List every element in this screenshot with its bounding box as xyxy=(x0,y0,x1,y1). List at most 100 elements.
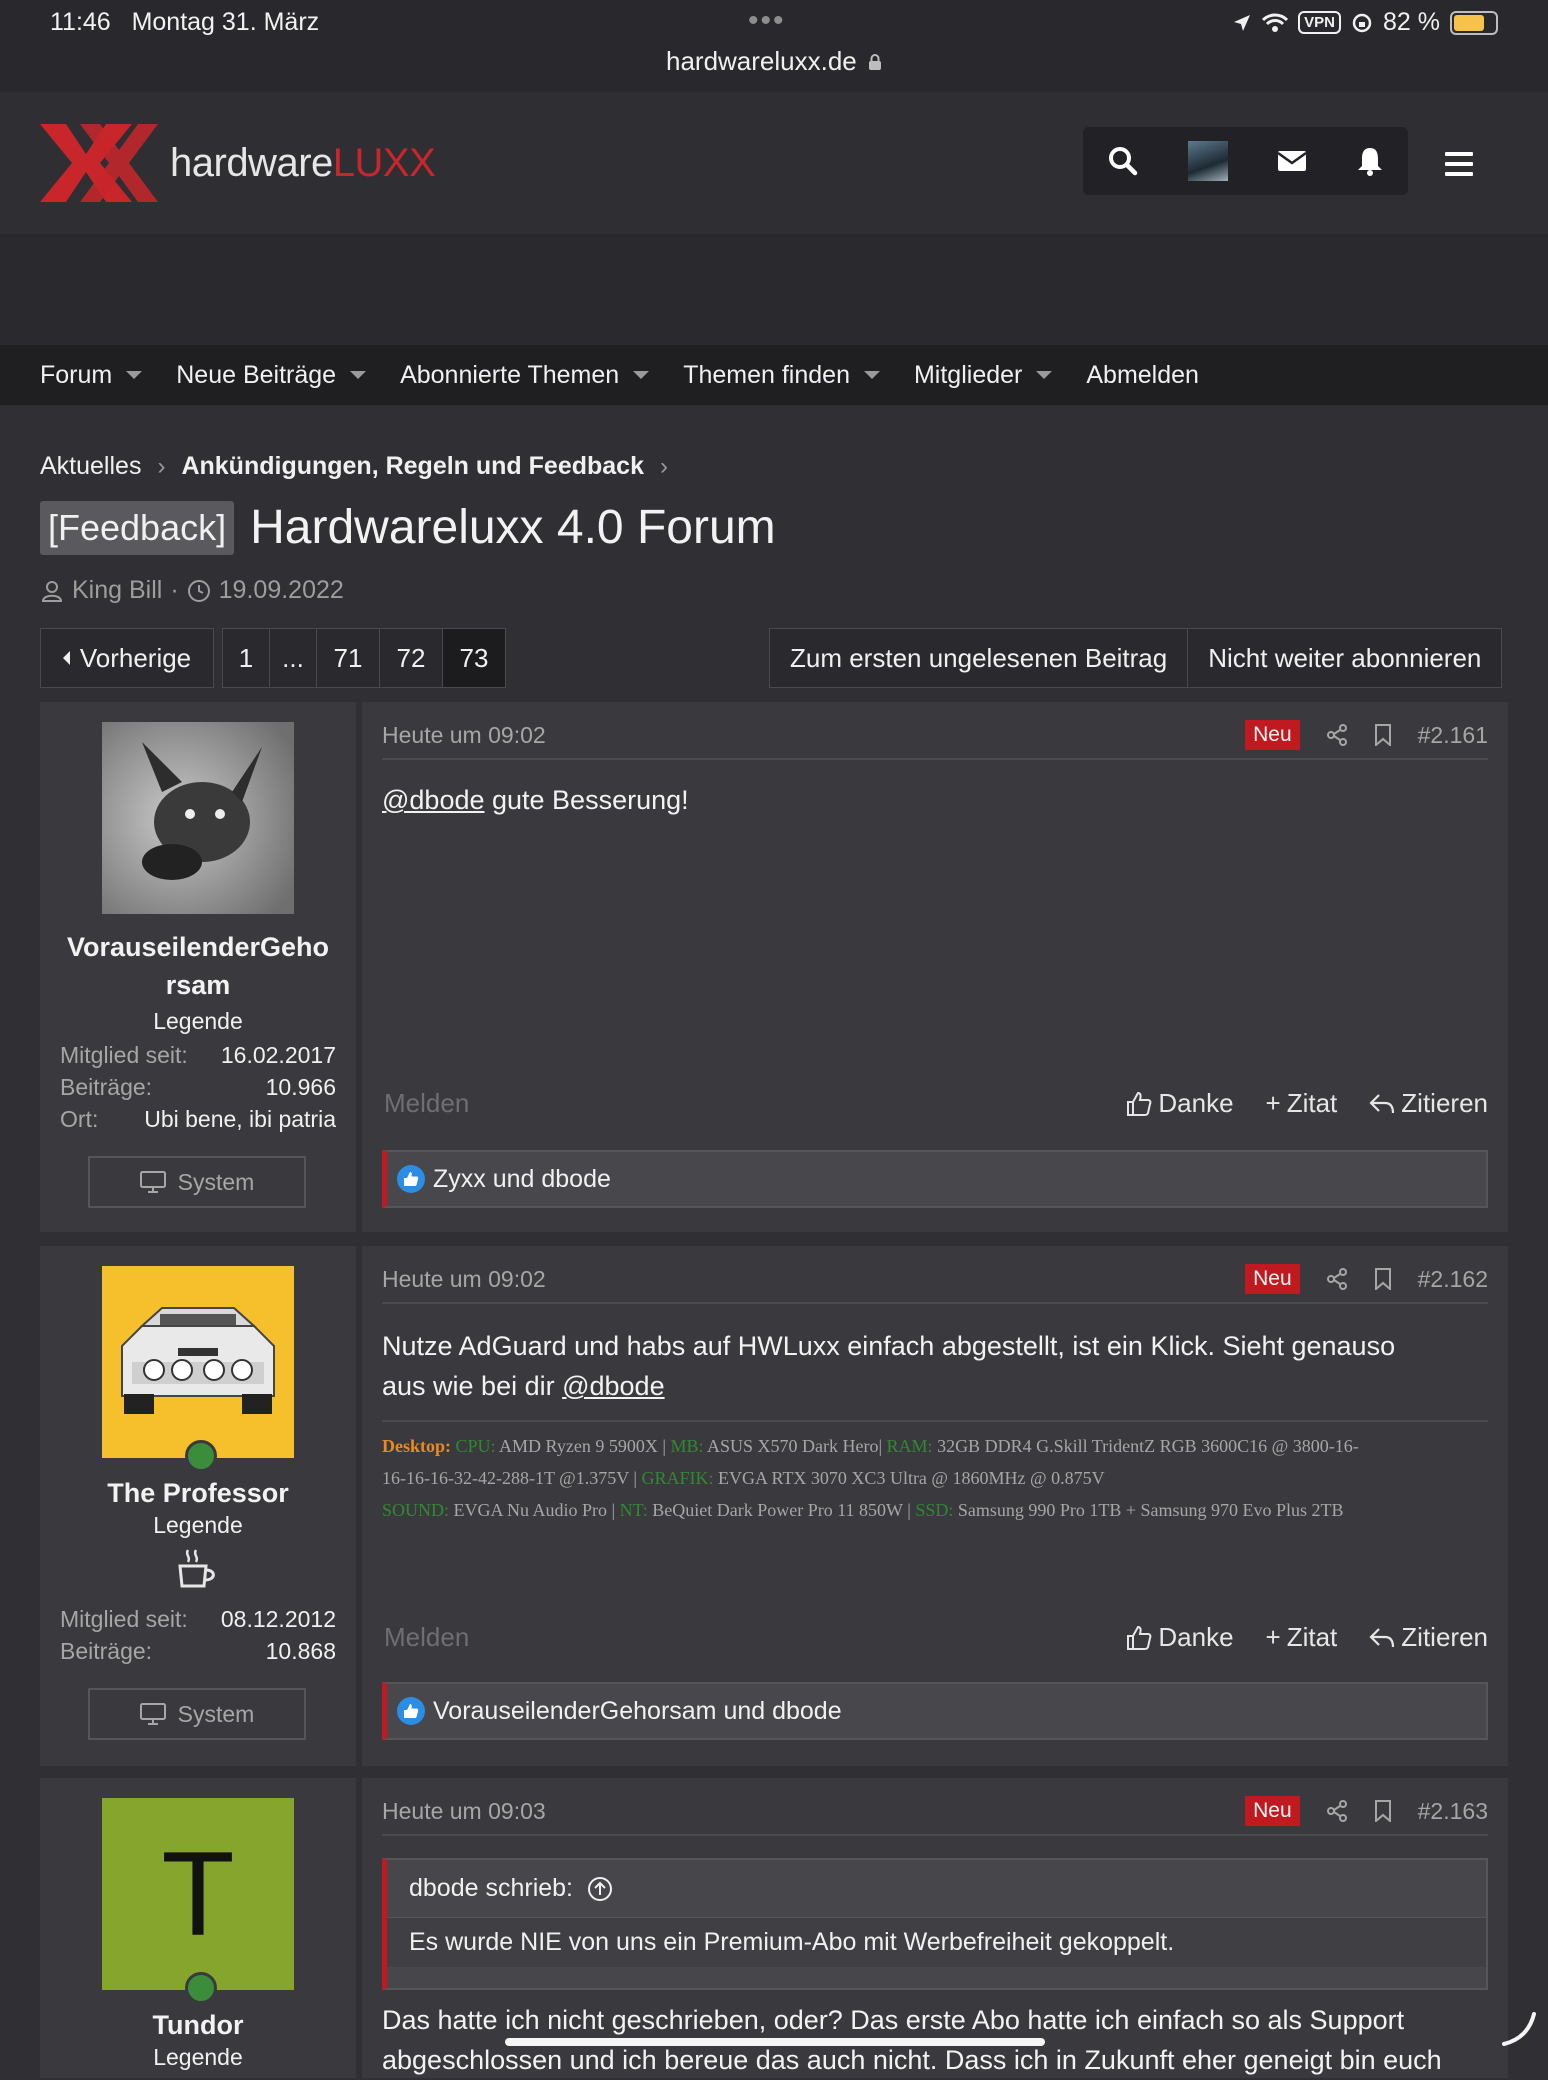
phone-icon[interactable] xyxy=(1500,2010,1536,2046)
page-ellipsis[interactable]: ... xyxy=(269,628,316,688)
post-date[interactable]: Heute um 09:03 xyxy=(382,1798,1245,1825)
share-icon[interactable] xyxy=(1326,1268,1348,1290)
user-title: Legende xyxy=(153,1008,243,1034)
post: T Tundor Legende Heute um 09:03 Neu #2.1… xyxy=(40,1778,1508,2078)
nav-watched-threads[interactable]: Abonnierte Themen xyxy=(400,361,650,390)
bookmark-icon[interactable] xyxy=(1374,1268,1392,1290)
arrow-up-circle-icon[interactable] xyxy=(587,1876,613,1902)
user-title: Legende xyxy=(153,2044,243,2070)
address-bar[interactable]: hardwareluxx.de xyxy=(0,46,1548,77)
thumbs-up-icon xyxy=(1127,1625,1152,1650)
share-icon[interactable] xyxy=(1326,724,1348,746)
signature: Desktop: CPU: AMD Ryzen 9 5900X | MB: AS… xyxy=(382,1420,1488,1526)
like-reaction-icon xyxy=(397,1165,425,1193)
reply-quote-button[interactable]: Zitieren xyxy=(1369,1622,1488,1653)
site-header: hardwareLUXX xyxy=(0,92,1548,234)
desktop-icon xyxy=(139,1703,166,1725)
chevron-down-icon[interactable] xyxy=(863,371,880,379)
breadcrumb-home[interactable]: Aktuelles xyxy=(40,452,141,481)
reactions-bar[interactable]: VorauseilenderGehorsam und dbode xyxy=(382,1682,1488,1740)
chevron-right-icon: › xyxy=(659,452,668,480)
report-link[interactable]: Melden xyxy=(384,1088,1094,1119)
post-body: Nutze AdGuard und habs auf HWLuxx einfac… xyxy=(382,1331,1396,1401)
add-quote-button[interactable]: + Zitat xyxy=(1266,1088,1338,1119)
user-icon xyxy=(41,580,63,602)
chevron-down-icon[interactable] xyxy=(633,371,650,379)
breadcrumb: Aktuelles › Ankündigungen, Regeln und Fe… xyxy=(40,452,668,481)
reply-quote-button[interactable]: Zitieren xyxy=(1369,1088,1488,1119)
nav-logout[interactable]: Abmelden xyxy=(1086,361,1199,390)
chevron-down-icon[interactable] xyxy=(1036,371,1053,379)
avatar[interactable] xyxy=(102,1266,294,1458)
post-content: Heute um 09:03 Neu #2.163 dbode schrieb:… xyxy=(362,1778,1508,2078)
status-bar: 11:46 Montag 31. März ••• hardwareluxx.d… xyxy=(0,0,1548,92)
breadcrumb-section[interactable]: Ankündigungen, Regeln und Feedback xyxy=(181,452,644,481)
page-link-1[interactable]: 1 xyxy=(222,628,269,688)
thanks-button[interactable]: Danke xyxy=(1126,1622,1234,1653)
reactions-bar[interactable]: Zyxx und dbode xyxy=(382,1150,1488,1208)
nav-members[interactable]: Mitglieder xyxy=(914,361,1053,390)
site-logo[interactable]: hardwareLUXX xyxy=(40,122,436,204)
thread-date[interactable]: 19.09.2022 xyxy=(219,576,344,605)
chevron-right-icon: › xyxy=(157,452,166,480)
quote-header[interactable]: dbode schrieb: xyxy=(387,1860,1486,1918)
status-icons: VPN 82 % xyxy=(1232,8,1498,37)
new-badge: Neu xyxy=(1245,720,1300,750)
share-icon[interactable] xyxy=(1326,1800,1348,1822)
search-icon[interactable] xyxy=(1108,146,1138,176)
system-button[interactable]: System xyxy=(88,1688,306,1740)
user-mention[interactable]: @dbode xyxy=(562,1371,665,1401)
nav-new-posts[interactable]: Neue Beiträge xyxy=(176,361,367,390)
hamburger-menu-icon[interactable] xyxy=(1443,147,1477,181)
post-date[interactable]: Heute um 09:02 xyxy=(382,1266,1245,1293)
user-avatar[interactable] xyxy=(1187,141,1228,181)
chevron-down-icon[interactable] xyxy=(126,371,143,379)
thanks-button[interactable]: Danke xyxy=(1126,1088,1234,1119)
nav-find-threads[interactable]: Themen finden xyxy=(683,361,880,390)
page-link-72[interactable]: 72 xyxy=(379,628,442,688)
home-indicator[interactable] xyxy=(505,2038,1045,2046)
post-number[interactable]: #2.161 xyxy=(1418,722,1488,749)
post-date[interactable]: Heute um 09:02 xyxy=(382,722,1245,749)
post-user-info: T Tundor Legende xyxy=(40,1778,356,2078)
avatar[interactable] xyxy=(102,722,294,914)
bookmark-icon[interactable] xyxy=(1374,1800,1392,1822)
user-stat-joined: Mitglied seit: 08.12.2012 xyxy=(60,1606,336,1632)
pagination: Vorherige 1 ... 71 72 73 xyxy=(40,628,506,688)
user-mention[interactable]: @dbode xyxy=(382,785,485,815)
clock-icon xyxy=(187,579,210,602)
chevron-down-icon[interactable] xyxy=(350,371,367,379)
thread-title-row: [Feedback] Hardwareluxx 4.0 Forum xyxy=(40,500,776,555)
prev-page-button[interactable]: Vorherige xyxy=(40,628,214,688)
page-link-73-current[interactable]: 73 xyxy=(442,628,506,688)
bookmark-icon[interactable] xyxy=(1374,724,1392,746)
report-link[interactable]: Melden xyxy=(384,1622,1094,1653)
username[interactable]: The Professor xyxy=(50,1474,346,1512)
more-dots-icon[interactable]: ••• xyxy=(748,4,786,38)
reaction-users[interactable]: VorauseilenderGehorsam und dbode xyxy=(433,1697,842,1726)
vpn-badge: VPN xyxy=(1298,11,1342,34)
thread-prefix[interactable]: [Feedback] xyxy=(40,500,235,555)
logo-text: hardwareLUXX xyxy=(170,140,436,185)
username[interactable]: Tundor xyxy=(50,2006,346,2044)
thread-author[interactable]: King Bill xyxy=(72,576,162,605)
quote-author[interactable]: dbode schrieb: xyxy=(409,1874,573,1903)
page-link-71[interactable]: 71 xyxy=(316,628,379,688)
add-quote-button[interactable]: + Zitat xyxy=(1266,1622,1338,1653)
reaction-users[interactable]: Zyxx und dbode xyxy=(433,1165,611,1194)
avatar[interactable]: T xyxy=(102,1798,294,1990)
nav-forum[interactable]: Forum xyxy=(40,361,143,390)
unwatch-button[interactable]: Nicht weiter abonnieren xyxy=(1187,628,1503,688)
post-number[interactable]: #2.162 xyxy=(1418,1266,1488,1293)
post-number[interactable]: #2.163 xyxy=(1418,1798,1488,1825)
reply-icon xyxy=(1369,1627,1395,1647)
first-unread-button[interactable]: Zum ersten ungelesenen Beitrag xyxy=(769,628,1188,688)
rotation-lock-icon xyxy=(1352,13,1372,32)
user-title: Legende xyxy=(153,1512,243,1538)
username[interactable]: VorauseilenderGeho rsam xyxy=(50,928,346,1004)
thread-meta: King Bill · 19.09.2022 xyxy=(40,576,344,605)
system-button[interactable]: System xyxy=(88,1156,306,1208)
bell-icon[interactable] xyxy=(1357,146,1383,176)
envelope-icon[interactable] xyxy=(1277,149,1308,173)
like-reaction-icon xyxy=(397,1697,425,1725)
